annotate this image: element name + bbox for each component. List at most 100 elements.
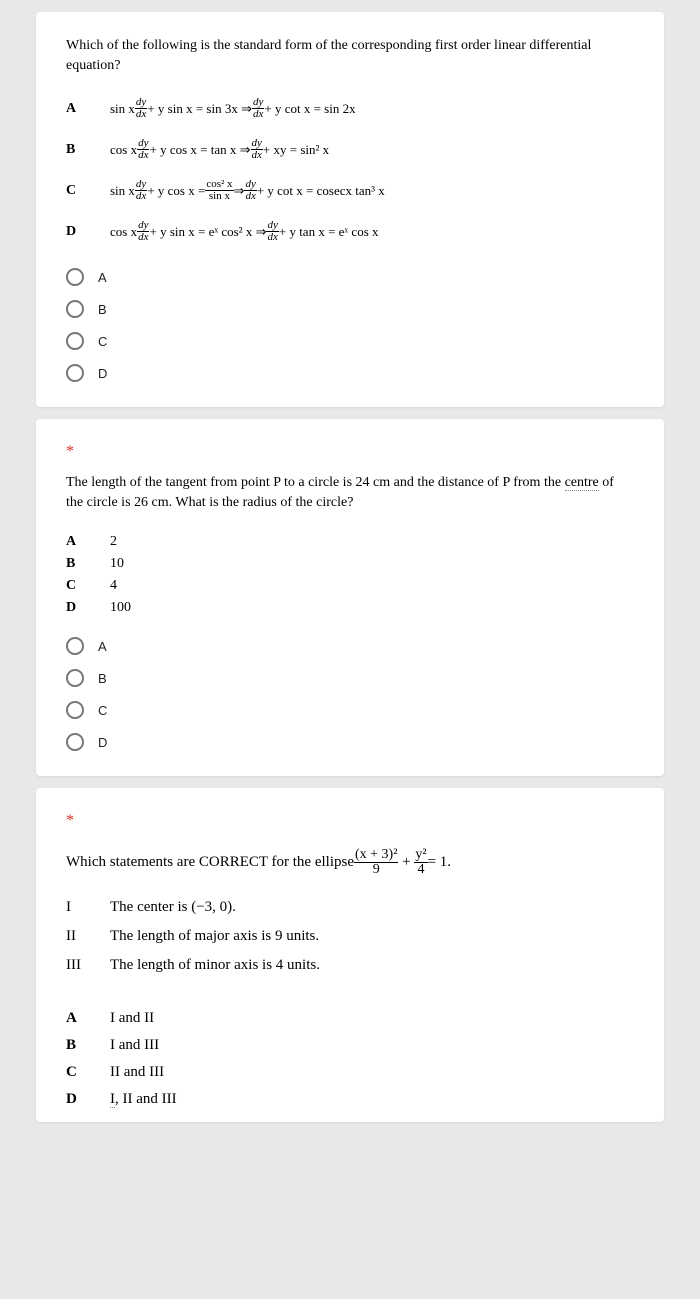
radio-icon: [66, 701, 84, 719]
q-text-part: The length of the tangent from point P t…: [66, 475, 565, 490]
answer-text: II and III: [110, 1064, 164, 1081]
radio-icon: [66, 669, 84, 687]
required-asterisk: *: [66, 443, 634, 461]
choice-row-b: B10: [66, 556, 634, 572]
eq-part: + y cot x = cosecx tan³ x: [257, 183, 385, 199]
stmt-text: The center is (−3, 0).: [110, 899, 236, 916]
question-card-2: * The length of the tangent from point P…: [36, 419, 664, 776]
eq-plus: +: [398, 852, 414, 873]
choice-label: B: [66, 556, 110, 572]
answer-row-d: DI, II and III: [66, 1091, 634, 1108]
radio-icon: [66, 364, 84, 382]
eq-part: + xy = sin² x: [263, 142, 329, 158]
fraction-dy-dx: dydx: [137, 138, 149, 161]
fraction-dy-dx: dydx: [266, 220, 278, 243]
radio-icon: [66, 300, 84, 318]
radio-icon: [66, 637, 84, 655]
stmt-label: I: [66, 899, 110, 916]
statement-i: IThe center is (−3, 0).: [66, 899, 634, 916]
statement-ii: IIThe length of major axis is 9 units.: [66, 928, 634, 945]
eq-part: sin x: [110, 101, 135, 117]
radio-label: A: [98, 639, 107, 654]
stmt-label: II: [66, 928, 110, 945]
fraction-dy-dx: dydx: [137, 220, 149, 243]
radio-option-b[interactable]: B: [66, 293, 634, 325]
choice-value: 2: [110, 534, 117, 550]
statement-iii: IIIThe length of minor axis is 4 units.: [66, 957, 634, 974]
radio-label: D: [98, 735, 107, 750]
radio-label: D: [98, 366, 107, 381]
choice-row-d: D100: [66, 600, 634, 616]
choice-row-a: A sin x dydx + y sin x = sin 3x ⇒ dydx +…: [66, 97, 634, 120]
stmt-text: The length of minor axis is 4 units.: [110, 957, 320, 974]
fraction-dy-dx: dydx: [251, 138, 263, 161]
eq-part: sin x: [110, 183, 135, 199]
answer-row-b: BI and III: [66, 1037, 634, 1054]
choice-row-a: A2: [66, 534, 634, 550]
q-text-underlined: centre: [565, 475, 599, 491]
required-asterisk: *: [66, 812, 634, 830]
choice-label: A: [66, 534, 110, 550]
choice-equation: cos x dydx + y sin x = eˣ cos² x ⇒ dydx …: [110, 220, 634, 243]
choice-equation: sin x dydx + y cos x = cos² xsin x ⇒ dyd…: [110, 179, 634, 202]
radio-label: A: [98, 270, 107, 285]
stmt-label: III: [66, 957, 110, 974]
radio-group: A B C D: [66, 261, 634, 389]
choice-row-c: C4: [66, 578, 634, 594]
question-text: Which statements are CORRECT for the ell…: [66, 848, 634, 877]
radio-option-a[interactable]: A: [66, 261, 634, 293]
fraction: (x + 3)²9: [354, 848, 398, 877]
answer-text: I, II and III: [110, 1091, 177, 1108]
radio-icon: [66, 332, 84, 350]
radio-option-d[interactable]: D: [66, 357, 634, 389]
answer-label: D: [66, 1091, 110, 1108]
eq-tail: = 1.: [428, 852, 451, 873]
radio-icon: [66, 733, 84, 751]
choice-row-b: B cos x dydx + y cos x = tan x ⇒ dydx + …: [66, 138, 634, 161]
answer-label: A: [66, 1010, 110, 1027]
eq-part: + y cot x = sin 2x: [264, 101, 355, 117]
choice-value: 10: [110, 556, 124, 572]
radio-label: B: [98, 671, 107, 686]
choice-label: A: [66, 101, 110, 117]
radio-option-c[interactable]: C: [66, 694, 634, 726]
eq-part: + y sin x = sin 3x ⇒: [147, 101, 252, 117]
radio-label: C: [98, 703, 107, 718]
choice-value: 4: [110, 578, 117, 594]
q-text-part: Which statements are CORRECT for the ell…: [66, 852, 354, 873]
radio-label: C: [98, 334, 107, 349]
answer-label: B: [66, 1037, 110, 1054]
choice-label: C: [66, 578, 110, 594]
eq-part: + y sin x = eˣ cos² x ⇒: [149, 224, 266, 240]
question-card-3: * Which statements are CORRECT for the e…: [36, 788, 664, 1122]
fraction-mid: cos² xsin x: [205, 179, 233, 202]
ellipse-equation: (x + 3)²9 + y²4 = 1.: [354, 848, 451, 877]
radio-icon: [66, 268, 84, 286]
answer-label: C: [66, 1064, 110, 1081]
fraction-dy-dx: dydx: [135, 97, 147, 120]
radio-option-a[interactable]: A: [66, 630, 634, 662]
eq-part: cos x: [110, 224, 137, 240]
radio-option-b[interactable]: B: [66, 662, 634, 694]
question-card-1: Which of the following is the standard f…: [36, 12, 664, 407]
answer-text: I and II: [110, 1010, 154, 1027]
choice-label: D: [66, 600, 110, 616]
radio-option-d[interactable]: D: [66, 726, 634, 758]
choice-row-c: C sin x dydx + y cos x = cos² xsin x ⇒ d…: [66, 179, 634, 202]
fraction-dy-dx: dydx: [135, 179, 147, 202]
fraction: y²4: [414, 848, 427, 877]
fraction-dy-dx: dydx: [244, 179, 256, 202]
inner-choices: A2 B10 C4 D100: [66, 534, 634, 616]
choice-value: 100: [110, 600, 131, 616]
choice-label: C: [66, 183, 110, 199]
question-text: Which of the following is the standard f…: [66, 36, 634, 75]
answer-row-a: AI and II: [66, 1010, 634, 1027]
eq-part: cos x: [110, 142, 137, 158]
eq-part: + y cos x = tan x ⇒: [149, 142, 250, 158]
answer-text: I and III: [110, 1037, 159, 1054]
choice-label: D: [66, 224, 110, 240]
eq-part: + y cos x =: [147, 183, 205, 199]
fraction-dy-dx: dydx: [252, 97, 264, 120]
radio-option-c[interactable]: C: [66, 325, 634, 357]
choice-equation: sin x dydx + y sin x = sin 3x ⇒ dydx + y…: [110, 97, 634, 120]
